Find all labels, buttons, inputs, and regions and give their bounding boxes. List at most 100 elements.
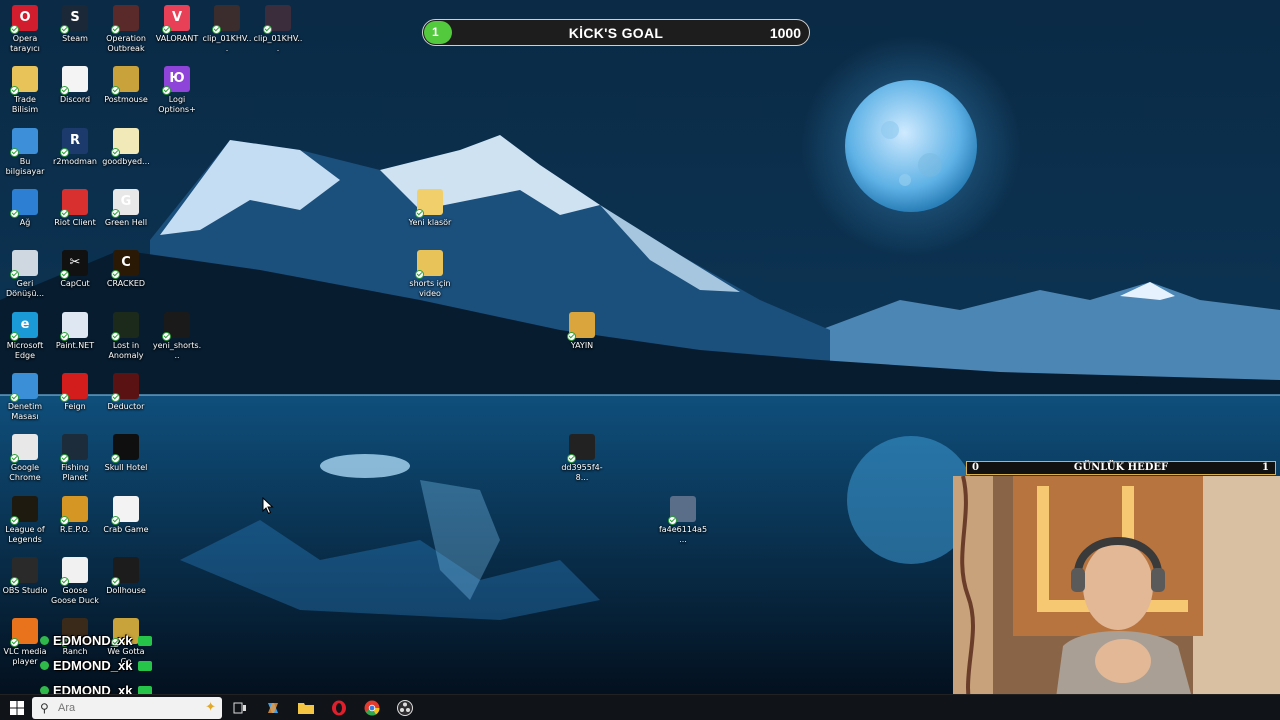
desktop-icon[interactable]: Ю Logi Options+ [152, 62, 202, 115]
desktop-icon[interactable]: Trade Bilisim [0, 62, 50, 115]
sync-check-icon [10, 454, 19, 463]
desktop-icon-label: Google Chrome [9, 463, 41, 482]
desktop-icon[interactable]: Dollhouse [101, 553, 151, 596]
desktop-icon[interactable]: R.E.P.O. [50, 492, 100, 535]
file-icon [567, 434, 595, 463]
desktop-icon[interactable]: YAYIN [557, 308, 607, 351]
desktop-icon-label: goodbyed... [102, 157, 150, 166]
desktop-icon-label: shorts için video [409, 279, 451, 298]
start-button[interactable] [4, 697, 30, 719]
desktop-icon[interactable]: Paint.NET [50, 308, 100, 351]
chrome-icon [364, 700, 380, 716]
opera-icon [332, 700, 346, 716]
sync-check-icon [111, 209, 120, 218]
taskbar-search[interactable]: ⚲ ✦ [32, 697, 222, 719]
sync-check-icon [60, 393, 69, 402]
sync-check-icon [567, 454, 576, 463]
chat-username: EDMOND_xk [53, 633, 133, 648]
control-panel-icon [10, 373, 38, 402]
desktop-icon[interactable]: yeni_shorts... [152, 308, 202, 361]
desktop-icon[interactable]: C CRACKED [101, 246, 151, 289]
search-highlight-icon: ✦ [205, 699, 216, 714]
desktop-icon[interactable]: Crab Game [101, 492, 151, 535]
desktop-icon[interactable]: Operation Outbreak [101, 1, 151, 54]
skull-hotel-icon [111, 434, 139, 463]
game-shortcut-icon [111, 557, 139, 586]
desktop-icon[interactable]: Fishing Planet [50, 430, 100, 483]
desktop-icon[interactable]: goodbyed... [101, 124, 151, 167]
file-explorer-button[interactable] [295, 698, 317, 718]
sync-check-icon [60, 332, 69, 341]
desktop-icon[interactable]: OBS Studio [0, 553, 50, 596]
sync-check-icon [10, 209, 19, 218]
desktop-icon[interactable]: Ağ [0, 185, 50, 228]
desktop-icon[interactable]: dd3955f4-8... [557, 430, 607, 483]
desktop-icon-label: Dollhouse [106, 586, 146, 595]
desktop-icon-label: Deductor [107, 402, 145, 411]
desktop-icon[interactable]: e Microsoft Edge [0, 308, 50, 361]
task-view-button[interactable] [229, 698, 251, 718]
desktop-icon-label: dd3955f4-8... [561, 463, 603, 482]
desktop-icon[interactable]: Rr2modman [50, 124, 100, 167]
folder-icon [415, 189, 443, 218]
desktop-icon-label: clip_01KHV... [253, 34, 303, 53]
desktop-icon[interactable]: clip_01KHV... [202, 1, 252, 54]
sync-check-icon [111, 270, 120, 279]
sync-check-icon [60, 209, 69, 218]
desktop-icon[interactable]: fa4e6114a5... [658, 492, 708, 545]
desktop-icon[interactable]: Bu bilgisayar [0, 124, 50, 177]
sync-check-icon [60, 516, 69, 525]
sync-check-icon [567, 332, 576, 341]
verified-check-icon [40, 636, 49, 645]
fishing-planet-icon [60, 434, 88, 463]
sync-check-icon [668, 516, 677, 525]
network-icon [10, 189, 38, 218]
chrome-taskbar-button[interactable] [361, 698, 383, 718]
feign-icon [60, 373, 88, 402]
desktop-icon[interactable]: Postmouse [101, 62, 151, 105]
desktop-icon[interactable]: G Green Hell [101, 185, 151, 228]
folder-icon [415, 250, 443, 279]
desktop-icon[interactable]: Denetim Masası [0, 369, 50, 422]
desktop-icon[interactable]: Discord [50, 62, 100, 105]
desktop-icon-label: Discord [59, 95, 91, 104]
game-shortcut-icon [111, 373, 139, 402]
steam-icon: S [60, 5, 88, 34]
desktop-icon-label: Bu bilgisayar [5, 157, 45, 176]
desktop-icon[interactable]: V VALORANT [152, 1, 202, 44]
search-input[interactable] [58, 700, 188, 716]
sync-check-icon [111, 25, 120, 34]
sync-check-icon [60, 25, 69, 34]
desktop-icon[interactable]: Feign [50, 369, 100, 412]
desktop-icon[interactable]: Goose Goose Duck [50, 553, 100, 606]
chat-message: EDMOND_xk [40, 628, 170, 653]
desktop-icon[interactable]: Geri Dönüşü... [0, 246, 50, 299]
desktop-icon-label: Feign [64, 402, 86, 411]
chrome-icon [10, 434, 38, 463]
opera-taskbar-button[interactable] [328, 698, 350, 718]
desktop-icon[interactable]: clip_01KHV... [253, 1, 303, 54]
desktop-icon[interactable]: Deductor [101, 369, 151, 412]
sync-check-icon [212, 25, 221, 34]
desktop-icon[interactable]: shorts için video [405, 246, 455, 299]
desktop-icon[interactable]: ✂ CapCut [50, 246, 100, 289]
daily-goal-bar: 0 GÜNLÜK HEDEF 1 [966, 461, 1276, 475]
desktop-icon[interactable]: Lost in Anomaly [101, 308, 151, 361]
repo-icon [60, 496, 88, 525]
desktop-icon[interactable]: Riot Client [50, 185, 100, 228]
desktop-icon-label: Riot Client [54, 218, 96, 227]
goal-title: KİCK'S GOAL [568, 25, 664, 41]
desktop-icon[interactable]: League of Legends [0, 492, 50, 545]
opera-icon: O [10, 5, 38, 34]
copilot-button[interactable] [262, 698, 284, 718]
desktop-icon[interactable]: Yeni klasör [405, 185, 455, 228]
desktop-icon-label: Trade Bilisim [11, 95, 39, 114]
desktop-icon[interactable]: O Opera tarayıcı [0, 1, 50, 54]
desktop-icon[interactable]: Skull Hotel [101, 430, 151, 473]
sync-check-icon [10, 25, 19, 34]
document-icon [60, 66, 88, 95]
game-shortcut-icon [111, 312, 139, 341]
obs-taskbar-button[interactable] [394, 698, 416, 718]
desktop-icon[interactable]: Google Chrome [0, 430, 50, 483]
desktop-icon[interactable]: S Steam [50, 1, 100, 44]
